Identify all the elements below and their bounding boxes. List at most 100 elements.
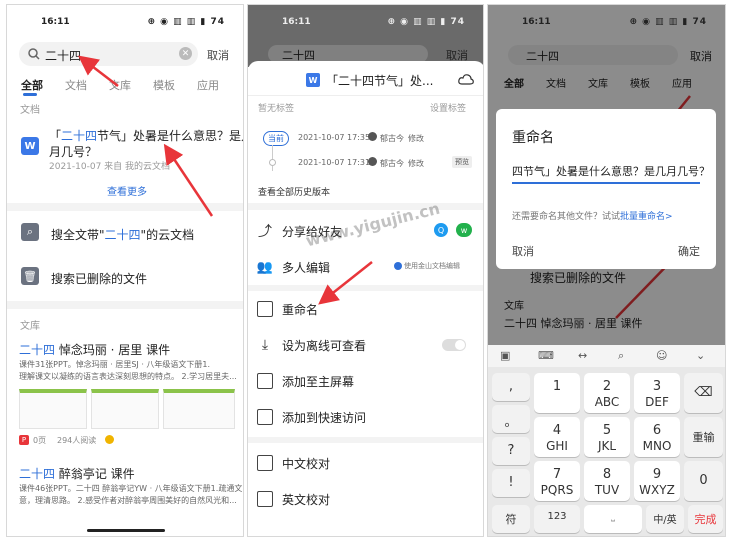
phone-screen-doc-menu: 16:11 ⊕ ◉ ▥ ▥ ▮ 74 二十四 取消 W 「二十四节气」处... … <box>247 4 484 537</box>
slide-thumbnail <box>91 389 159 429</box>
doc-file-icon: W <box>306 73 320 87</box>
quick-access-icon <box>257 409 273 425</box>
lang-switch-key[interactable]: 中/英 <box>646 505 684 533</box>
tab-indicator <box>23 93 37 96</box>
wechat-icon[interactable]: w <box>456 223 472 237</box>
status-icons: ⊕ ◉ ▥ ▥ ▮ 74 <box>387 17 465 27</box>
key-period[interactable]: 。 <box>492 405 530 433</box>
result-tabs: 全部 文档 文库 模板 应用 <box>7 69 243 97</box>
keyboard-icon[interactable]: ⌨ <box>538 349 554 362</box>
doc-file-icon: W <box>21 137 39 155</box>
batch-rename-link[interactable]: 批量重命名> <box>620 212 673 222</box>
lib1-desc1: 课件31张PPT。悼念玛丽 · 居里SJ · 八年级语文下册1. <box>19 360 211 369</box>
avatar <box>368 132 377 141</box>
home-screen-item[interactable]: 添加至主屏幕 <box>248 363 483 399</box>
zh-proofread-item[interactable]: 中文校对 <box>248 445 483 481</box>
emoji-icon[interactable]: ☺ <box>656 349 667 362</box>
ppt-icon: P <box>19 435 29 445</box>
key-2[interactable]: 2 ABC <box>584 373 630 413</box>
library-item[interactable]: 二十四 醉翁亭记 课件 课件46张PPT。二十四 醉翁亭记YW · 八年级语文下… <box>7 459 243 519</box>
tab-templates[interactable]: 模板 <box>153 77 175 93</box>
preview-button[interactable]: 预览 <box>452 156 472 168</box>
tab-all[interactable]: 全部 <box>21 77 43 93</box>
all-versions-link[interactable]: 查看全部历史版本 <box>258 185 330 198</box>
lib1-title: 悼念玛丽 · 居里 课件 <box>55 343 171 357</box>
lib1-desc2: 理解课文以凝练的语言表达深刻思想的特点。 2.学习居里夫... <box>19 372 237 381</box>
download-icon: ⤓ <box>261 337 269 353</box>
timeline-dot <box>269 159 276 166</box>
search-box[interactable]: 二十四 ✕ <box>19 42 198 66</box>
rename-hint: 还需要命名其他文件？试试 <box>512 212 621 222</box>
key-9[interactable]: 9 WXYZ <box>634 461 680 501</box>
cursor-icon[interactable]: ↔ <box>578 349 587 362</box>
quick-access-label: 添加到快速访问 <box>282 411 367 425</box>
key-6[interactable]: 6 MNO <box>634 417 680 457</box>
version-time: 2021-10-07 17:31 <box>298 158 371 167</box>
clear-icon[interactable]: ✕ <box>179 47 192 60</box>
search-icon[interactable]: ⌕ <box>618 349 624 363</box>
cloud-sync-icon[interactable] <box>458 71 474 87</box>
cancel-button[interactable]: 取消 <box>207 47 229 63</box>
lib1-highlight: 二十四 <box>19 343 56 357</box>
fulltext-search-item[interactable]: ⌕ 搜全文带"二十四"的云文档 <box>7 217 243 249</box>
lib2-desc1: 课件46张PPT。二十四 醉翁亭记YW · 八年级语文下册1.疏通文 <box>19 484 243 493</box>
phone-screen-rename-dialog: 二十四 取消 全部 文档 文库 模板 应用 搜索已删除的文件 文库 二十四 悼念… <box>487 4 726 537</box>
quick-access-item[interactable]: 添加到快速访问 <box>248 399 483 435</box>
timeline-line <box>272 145 273 171</box>
key-1[interactable]: 1 <box>534 373 580 413</box>
multi-edit-label: 多人编辑 <box>282 261 331 275</box>
divider <box>248 203 483 210</box>
numbers-key[interactable]: 123 <box>534 505 580 533</box>
input-underline <box>512 182 700 184</box>
rename-icon <box>257 301 273 317</box>
keyboard-toolbar: ▣ ⌨ ↔ ⌕ ☺ ⌄ <box>488 345 725 367</box>
dialog-ok-button[interactable]: 确定 <box>678 243 700 259</box>
see-more-link[interactable]: 查看更多 <box>107 183 147 198</box>
dialog-cancel-button[interactable]: 取消 <box>512 243 534 259</box>
reinput-key[interactable]: 重输 <box>684 417 723 457</box>
search-doc-icon: ⌕ <box>21 223 39 241</box>
key-comma[interactable]: , <box>492 373 530 401</box>
key-5[interactable]: 5 JKL <box>584 417 630 457</box>
space-key[interactable]: ⎵ <box>584 505 642 533</box>
home-indicator <box>87 529 165 532</box>
clipboard-icon[interactable]: ▣ <box>500 349 510 362</box>
search-input[interactable]: 二十四 <box>45 47 81 64</box>
symbols-key[interactable]: 符 <box>492 505 530 533</box>
rename-input[interactable]: 四节气」处暑是什么意思？是几月几号？ <box>512 163 710 179</box>
divider <box>7 301 243 309</box>
phone-screen-search-results: 16:11 ⊕ ◉ ▥ ▥ ▮ 74 二十四 ✕ 取消 全部 文档 文库 模板 … <box>6 4 244 537</box>
key-4[interactable]: 4 GHI <box>534 417 580 457</box>
tab-library[interactable]: 文库 <box>109 77 131 93</box>
lib1-pages: 0页 <box>33 436 47 445</box>
backspace-key[interactable]: ⌫ <box>684 373 723 413</box>
key-exclaim[interactable]: ! <box>492 469 530 497</box>
set-tag-link[interactable]: 设置标签 <box>430 101 466 114</box>
version-user: 郁古今 <box>380 134 404 143</box>
slide-thumbnail <box>19 389 87 429</box>
library-item[interactable]: 二十四 悼念玛丽 · 居里 课件 课件31张PPT。悼念玛丽 · 居里SJ · … <box>7 337 243 449</box>
done-key[interactable]: 完成 <box>688 505 723 533</box>
rename-item[interactable]: 重命名 <box>248 291 483 327</box>
version-time: 2021-10-07 17:35 <box>298 133 371 142</box>
doc-title-highlight: 二十四 <box>61 129 98 143</box>
tab-docs[interactable]: 文档 <box>65 77 87 93</box>
deleted-files-item[interactable]: 🗑 搜索已删除的文件 <box>7 261 243 293</box>
collapse-icon[interactable]: ⌄ <box>696 349 705 362</box>
key-3[interactable]: 3 DEF <box>634 373 680 413</box>
trash-icon: 🗑 <box>21 267 39 285</box>
doc-meta: 2021-10-07 来自 我的云文档 <box>49 162 171 172</box>
key-7[interactable]: 7 PQRS <box>534 461 580 501</box>
offline-toggle[interactable] <box>442 339 466 351</box>
key-8[interactable]: 8 TUV <box>584 461 630 501</box>
doc-title-rest: 节气」处暑是什么意思？是几 <box>97 129 244 143</box>
offline-item[interactable]: ⤓ 设为离线可查看 <box>248 327 483 363</box>
status-icons: ⊕ ◉ ▥ ▥ ▮ 74 <box>147 17 225 27</box>
tab-apps[interactable]: 应用 <box>197 77 219 93</box>
doc-result-item[interactable]: W 「二十四节气」处暑是什么意思？是几 月几号？ 2021-10-07 来自 我… <box>7 119 244 173</box>
qq-icon[interactable]: Q <box>434 223 448 237</box>
en-proofread-item[interactable]: 英文校对 <box>248 481 483 517</box>
multi-edit-item[interactable]: 👥 多人编辑 使用金山文档编辑 <box>248 249 483 285</box>
key-question[interactable]: ? <box>492 437 530 465</box>
key-0[interactable]: 0 <box>684 461 723 501</box>
